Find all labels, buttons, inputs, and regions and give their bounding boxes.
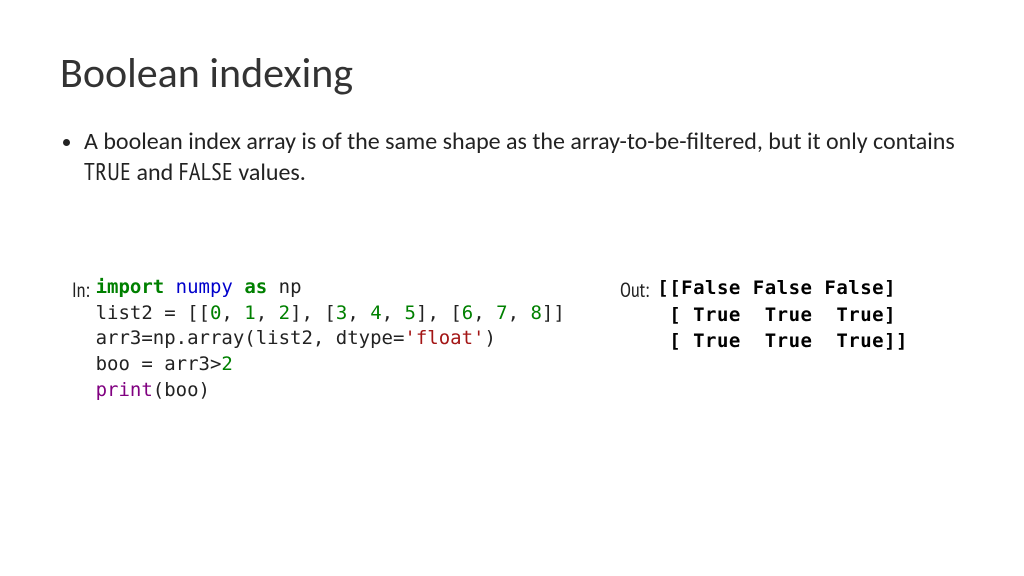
- out-line-2: [ True True True]: [657, 304, 896, 326]
- in-label: In:: [72, 275, 90, 303]
- c2: ,: [256, 302, 279, 324]
- code-l3b: ): [485, 327, 496, 349]
- code-l3a: arr3=np.array(list2, dtype=: [96, 327, 405, 349]
- c4: ,: [382, 302, 405, 324]
- code-l5b: (boo): [153, 379, 210, 401]
- true-word: TRUE: [84, 156, 131, 187]
- bullet-text-c: values.: [233, 158, 306, 187]
- c3: ,: [347, 302, 370, 324]
- code-l2a: list2 = [[: [96, 302, 210, 324]
- alias-np: np: [279, 276, 302, 298]
- kw-as: as: [244, 276, 267, 298]
- n6: 6: [462, 302, 473, 324]
- false-word: FALSE: [179, 156, 233, 187]
- out-label: Out:: [620, 275, 649, 303]
- code-output: [[False False False] [ True True True] […: [657, 275, 908, 355]
- slide: Boolean indexing A boolean index array i…: [0, 0, 1024, 576]
- code-l2c: ], [: [416, 302, 462, 324]
- code-l2b: ], [: [290, 302, 336, 324]
- n0: 0: [210, 302, 221, 324]
- bullet-text-b: and: [131, 158, 179, 187]
- n5: 5: [405, 302, 416, 324]
- bullet-list: A boolean index array is of the same sha…: [60, 127, 964, 188]
- out-line-3: [ True True True]]: [657, 330, 908, 352]
- code-input: import numpy as np list2 = [[0, 1, 2], […: [96, 275, 565, 403]
- bullet-text-a: A boolean index array is of the same sha…: [84, 127, 955, 156]
- n-two: 2: [221, 353, 232, 375]
- out-line-1: [[False False False]: [657, 277, 896, 299]
- n1: 1: [244, 302, 255, 324]
- n4: 4: [370, 302, 381, 324]
- kw-import: import: [96, 276, 165, 298]
- n7: 7: [496, 302, 507, 324]
- c6: ,: [508, 302, 531, 324]
- n2: 2: [279, 302, 290, 324]
- code-input-block: In: import numpy as np list2 = [[0, 1, 2…: [72, 275, 565, 403]
- c1: ,: [221, 302, 244, 324]
- n8: 8: [530, 302, 541, 324]
- code-l2d: ]]: [542, 302, 565, 324]
- c5: ,: [473, 302, 496, 324]
- str-float: 'float': [404, 327, 484, 349]
- slide-title: Boolean indexing: [60, 48, 964, 99]
- mod-numpy: numpy: [176, 276, 233, 298]
- bullet-item: A boolean index array is of the same sha…: [84, 127, 964, 188]
- fn-print: print: [96, 379, 153, 401]
- code-l4: boo = arr3>: [96, 353, 222, 375]
- code-output-block: Out: [[False False False] [ True True Tr…: [620, 275, 908, 355]
- n3: 3: [336, 302, 347, 324]
